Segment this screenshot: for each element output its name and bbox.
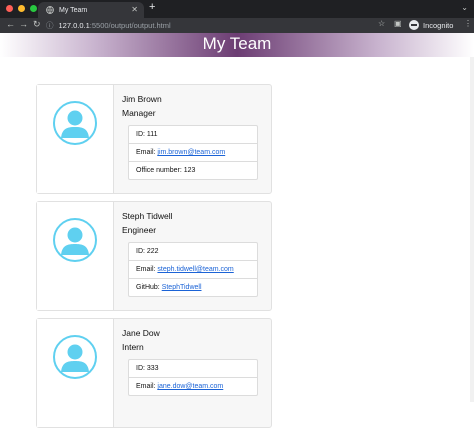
incognito-icon [409,20,419,30]
employee-email-row: Email: jim.brown@team.com [129,143,257,161]
close-icon[interactable]: ✕ [131,5,138,14]
close-window-button[interactable] [6,5,13,12]
employee-info-list: ID: 222 Email: steph.tidwell@team.com Gi… [128,242,258,297]
tab-title: My Team [59,6,88,14]
employee-role: Manager [122,108,156,118]
minimize-window-button[interactable] [18,5,25,12]
employee-card: Steph Tidwell Engineer ID: 222 Email: st… [36,201,272,311]
github-label: GitHub: [136,284,160,291]
avatar [53,218,97,262]
employee-info-list: ID: 333 Email: jane.dow@team.com [128,359,258,396]
forward-icon[interactable]: → [19,19,28,29]
scrollbar[interactable] [470,57,474,402]
employee-name: Jim Brown [122,94,162,104]
github-row: GitHub: StephTidwell [129,278,257,296]
employee-name: Steph Tidwell [122,211,173,221]
browser-toolbar: ← → ↻ ⓘ 127.0.0.1:5500/output/output.html… [0,18,474,33]
new-tab-button[interactable]: + [149,1,155,13]
employee-role: Engineer [122,225,157,235]
url-path: :5500/output/output.html [89,21,171,30]
address-bar[interactable]: ⓘ 127.0.0.1:5500/output/output.html [46,20,171,31]
employee-role: Intern [122,342,144,352]
maximize-window-button[interactable] [30,5,37,12]
back-icon[interactable]: ← [6,19,15,29]
reload-icon[interactable]: ↻ [33,19,41,30]
page-header: My Team [0,33,474,57]
office-number-row: Office number: 123 [129,161,257,179]
employee-info-list: ID: 111 Email: jim.brown@team.com Office… [128,125,258,180]
email-link[interactable]: steph.tidwell@team.com [157,266,233,273]
employee-email-row: Email: jane.dow@team.com [129,377,257,395]
window-controls [6,5,37,12]
incognito-label: Incognito [423,20,454,30]
email-label: Email: [136,383,156,390]
email-label: Email: [136,149,156,156]
employee-card: Jane Dow Intern ID: 333 Email: jane.dow@… [36,318,272,428]
star-icon[interactable]: ☆ [378,19,385,28]
employee-id: ID: 333 [136,365,159,372]
url-host: 127.0.0.1 [58,21,90,30]
office-number-value: 123 [183,167,196,174]
employee-email-row: Email: steph.tidwell@team.com [129,260,257,278]
employee-id: ID: 111 [136,131,158,138]
office-number-label: Office number: [136,167,182,174]
browser-tab-bar: My Team ✕ + ⌄ [0,0,474,18]
employee-id: ID: 222 [136,248,159,255]
browser-tab[interactable]: My Team ✕ [38,2,144,18]
avatar [53,335,97,379]
menu-icon[interactable]: ⋮ [464,19,472,28]
tab-search-icon[interactable]: ⌄ [461,3,468,12]
email-link[interactable]: jane.dow@team.com [157,383,223,390]
avatar-container [37,202,114,310]
page-title: My Team [202,34,272,53]
info-icon[interactable]: ⓘ [46,21,54,30]
sidebar-icon[interactable]: ▣ [394,19,402,28]
email-label: Email: [136,266,156,273]
avatar-container [37,319,114,427]
employee-name: Jane Dow [122,328,160,338]
github-link[interactable]: StephTidwell [162,284,202,291]
globe-icon [46,6,54,14]
email-link[interactable]: jim.brown@team.com [157,149,225,156]
avatar-container [37,85,114,193]
employee-card: Jim Brown Manager ID: 111 Email: jim.bro… [36,84,272,194]
incognito-indicator[interactable]: Incognito [409,20,453,30]
avatar [53,101,97,145]
